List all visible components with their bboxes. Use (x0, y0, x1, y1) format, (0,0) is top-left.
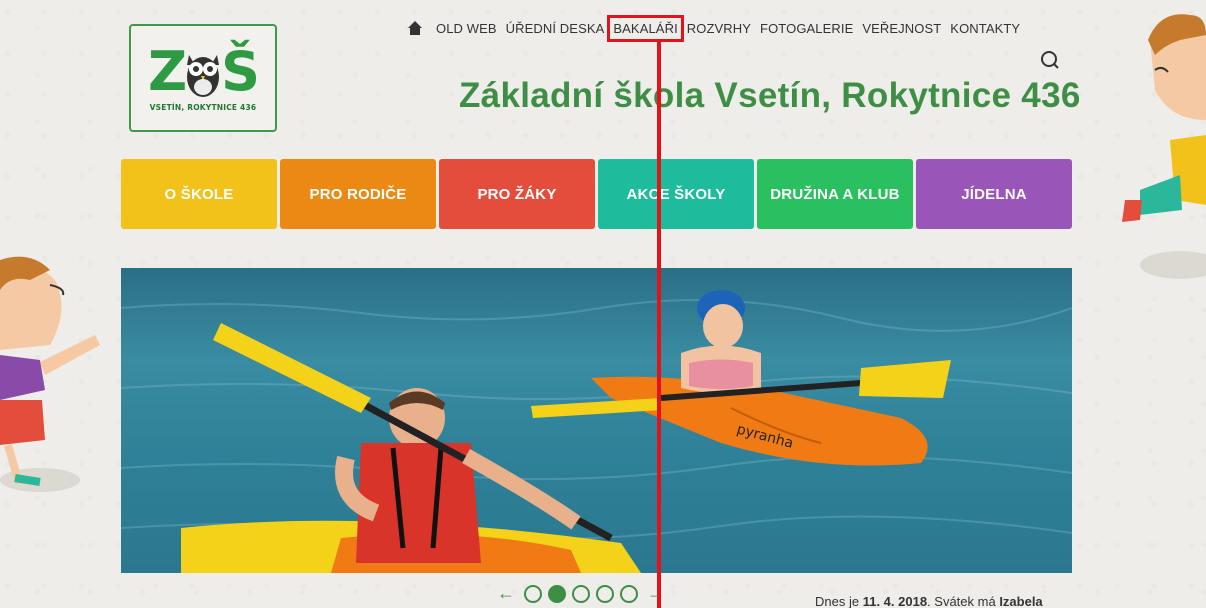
today-nameday: Izabela (999, 594, 1043, 608)
slider-dot-active[interactable] (548, 584, 566, 603)
slider-controls: ← → (494, 583, 668, 604)
nav-uredni-deska[interactable]: ÚŘEDNÍ DESKA (506, 21, 605, 36)
main-menu-tiles: O ŠKOLE PRO RODIČE PRO ŽÁKY AKCE ŠKOLY D… (121, 159, 1072, 229)
nav-fotogalerie[interactable]: FOTOGALERIE (760, 21, 853, 36)
logo-caption: VSETÍN, ROKYTNICE 436 (149, 102, 257, 112)
owl-icon (187, 54, 220, 97)
tile-druzina-a-klub[interactable]: DRUŽINA A KLUB (757, 159, 913, 229)
slider-dot[interactable] (572, 584, 590, 603)
top-navigation: OLD WEB ÚŘEDNÍ DESKA BAKALÁŘI ROZVRHY FO… (407, 14, 1020, 42)
slider-prev-arrow[interactable]: ← (494, 583, 518, 604)
slider-dot[interactable] (620, 584, 638, 603)
school-logo[interactable]: Z Š VSETÍN, ROKYTNICE 436 (129, 24, 277, 132)
slide-photo: pyranha (121, 290, 1072, 573)
kid-illustration-left (0, 256, 100, 492)
nav-bakalari[interactable]: BAKALÁŘI (607, 14, 684, 42)
nav-rozvrhy[interactable]: ROZVRHY (687, 21, 751, 36)
nav-old-web[interactable]: OLD WEB (436, 21, 497, 36)
logo-letter-z: Z (147, 39, 187, 103)
today-middle: . Svátek má (927, 594, 996, 608)
logo-mark: Z Š (147, 39, 260, 103)
today-date: 11. 4. 2018 (862, 594, 928, 608)
tile-akce-skoly[interactable]: AKCE ŠKOLY (598, 159, 754, 229)
nav-verejnost[interactable]: VEŘEJNOST (862, 21, 941, 36)
site-title: Základní škola Vsetín, Rokytnice 436 (459, 76, 1081, 115)
tile-o-skole[interactable]: O ŠKOLE (121, 159, 277, 229)
annotation-red-line (657, 40, 661, 608)
tile-jidelna[interactable]: JÍDELNA (916, 159, 1072, 229)
slider-dot[interactable] (596, 584, 614, 603)
tile-pro-rodice[interactable]: PRO RODIČE (280, 159, 436, 229)
tile-pro-zaky[interactable]: PRO ŽÁKY (439, 159, 595, 229)
search-icon[interactable] (1040, 50, 1062, 72)
nav-kontakty[interactable]: KONTAKTY (950, 21, 1020, 36)
photo-slider[interactable]: pyranha (121, 268, 1072, 573)
logo-letter-s: Š (221, 39, 260, 103)
today-info: Dnes je 11. 4. 2018. Svátek má Izabela (815, 594, 1043, 608)
home-icon[interactable] (407, 20, 423, 36)
slider-next-arrow[interactable]: → (644, 583, 668, 604)
today-prefix: Dnes je (815, 594, 860, 608)
slider-dot[interactable] (524, 584, 542, 603)
kid-illustration-right (1122, 14, 1206, 279)
